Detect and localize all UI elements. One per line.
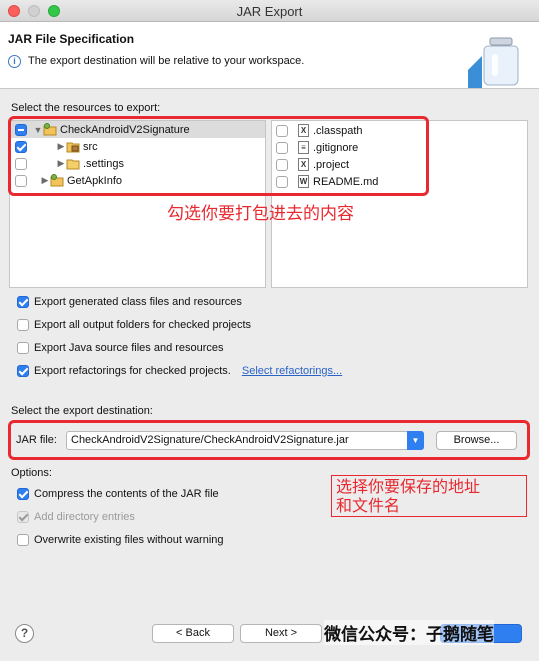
destination-label: Select the export destination: (11, 405, 153, 417)
info-icon: i (8, 55, 21, 68)
option-label: Export generated class files and resourc… (34, 296, 242, 308)
title-bar: JAR Export (0, 0, 539, 22)
help-icon[interactable]: ? (15, 624, 34, 643)
option-label: Overwrite existing files without warning (34, 534, 224, 546)
watermark: 微信公众号：子鹅随笔 (324, 620, 494, 645)
option-compress[interactable]: Compress the contents of the JAR file (17, 486, 219, 502)
wizard-header: JAR File Specification i The export dest… (0, 22, 539, 89)
option-add-directory-entries: Add directory entries (17, 509, 135, 525)
checkbox[interactable] (17, 488, 29, 500)
option-label: Add directory entries (34, 511, 135, 523)
checkbox[interactable] (17, 342, 29, 354)
annotation-box-note: 选择你要保存的地址 和文件名 (331, 475, 527, 517)
option-export-class-files[interactable]: Export generated class files and resourc… (17, 294, 242, 310)
options-label: Options: (11, 467, 52, 479)
checkbox[interactable] (17, 296, 29, 308)
window-title: JAR Export (236, 4, 303, 19)
option-label: Export refactorings for checked projects… (34, 365, 231, 377)
next-button[interactable]: Next > (240, 624, 322, 643)
annotation-destination-line2: 和文件名 (336, 496, 401, 515)
annotation-box-destination (8, 420, 530, 460)
checkbox[interactable] (17, 319, 29, 331)
option-export-output-folders[interactable]: Export all output folders for checked pr… (17, 317, 251, 333)
option-overwrite[interactable]: Overwrite existing files without warning (17, 532, 224, 548)
page-title: JAR File Specification (8, 32, 135, 46)
select-refactorings-link[interactable]: Select refactorings... (242, 365, 342, 377)
resources-label: Select the resources to export: (11, 102, 161, 114)
jar-icon (468, 37, 519, 88)
option-export-refactorings[interactable]: Export refactorings for checked projects… (17, 363, 342, 379)
checkbox (17, 511, 29, 523)
back-button[interactable]: < Back (152, 624, 234, 643)
annotation-resources-note: 勾选你要打包进去的内容 (167, 204, 354, 224)
checkbox[interactable] (17, 365, 29, 377)
option-label: Export Java source files and resources (34, 342, 224, 354)
checkbox[interactable] (17, 534, 29, 546)
annotation-destination-line1: 选择你要保存的地址 (336, 477, 481, 496)
header-message: The export destination will be relative … (28, 55, 305, 67)
annotation-box-resources (8, 116, 429, 196)
option-label: Export all output folders for checked pr… (34, 319, 252, 331)
option-label: Compress the contents of the JAR file (34, 488, 219, 500)
option-export-java-source[interactable]: Export Java source files and resources (17, 340, 224, 356)
